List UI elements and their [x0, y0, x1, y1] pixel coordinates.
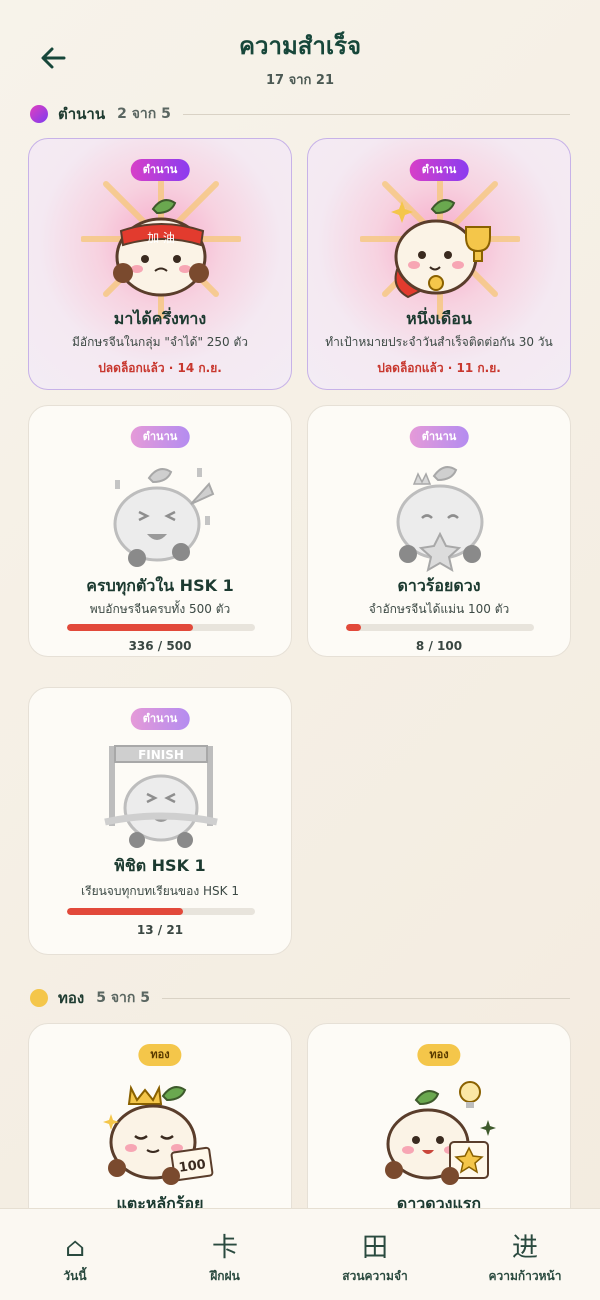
nav-today[interactable]: ⌂ วันนี้ [0, 1209, 150, 1300]
nav-practice[interactable]: 卡 ฝึกฝน [150, 1209, 300, 1300]
tier-badge: ทอง [138, 1044, 182, 1066]
page-header: ความสำเร็จ 17 จาก 21 [0, 0, 600, 100]
nav-label: ความก้าวหน้า [488, 1269, 562, 1283]
section-name: ตำนาน [58, 105, 106, 123]
bun-lightbulb-icon [385, 1081, 496, 1185]
legend-dot-icon [30, 105, 48, 123]
progress-bar [346, 624, 534, 631]
bun-crown-icon: 100 [103, 1084, 214, 1185]
home-icon: ⌂ [65, 1233, 85, 1263]
bun-party-icon [113, 468, 215, 567]
progress-fill [67, 624, 194, 631]
page-title: ความสำเร็จ [238, 32, 362, 60]
progress-fill [67, 908, 184, 915]
achievement-card-all-hsk1[interactable]: ตำนาน ครบทุกตัวใน HSK 1 พบอักษรจีนครบทั้… [28, 405, 292, 657]
progress-bar [67, 908, 255, 915]
achievement-description: มีอักษรจีนในกลุ่ม "จำได้" 250 ตัว [71, 335, 249, 349]
section-divider [162, 997, 570, 999]
section-header-gold: ทอง 5 จาก 5 [30, 986, 570, 1010]
bun-trophy-icon [391, 199, 491, 299]
nav-label: ฝึกฝน [210, 1269, 240, 1283]
achievement-description: จำอักษรจีนได้แม่น 100 ตัว [368, 602, 510, 616]
tier-badge: ตำนาน [409, 426, 469, 448]
section-header-legend: ตำนาน 2 จาก 5 [30, 102, 570, 126]
tier-badge: ตำนาน [130, 159, 190, 181]
progress-text: 8 / 100 [415, 639, 463, 653]
nav-memory-garden[interactable]: 田 สวนความจำ [300, 1209, 450, 1300]
nav-progress[interactable]: 进 ความก้าวหน้า [450, 1209, 600, 1300]
tier-badge: ตำนาน [409, 159, 469, 181]
bun-headband-icon: 加 油 [113, 199, 209, 297]
achievement-description: เรียนจบทุกบทเรียนของ HSK 1 [81, 884, 239, 898]
section-count: 5 จาก 5 [96, 990, 151, 1006]
card-icon: 卡 [211, 1233, 238, 1263]
achievement-description: พบอักษรจีนครบทั้ง 500 ตัว [89, 602, 231, 616]
finish-banner-text: FINISH [138, 748, 184, 762]
gold-dot-icon [30, 989, 48, 1007]
achievement-title: หนึ่งเดือน [406, 309, 472, 328]
achievement-card-halfway[interactable]: ตำนาน 加 油 มาได้ครึ่งทาง มีอักษรจีนในกลุ่… [28, 138, 292, 390]
achievement-card-hundred-stars[interactable]: ตำนาน ดาวร้อยดวง จำอักษรจีนได้แม่น 100 ต… [307, 405, 571, 657]
progress-icon: 进 [511, 1233, 538, 1263]
progress-text: 336 / 500 [128, 639, 192, 653]
section-count: 2 จาก 5 [117, 106, 171, 122]
bottom-nav: ⌂ วันนี้ 卡 ฝึกฝน 田 สวนความจำ 进 ความก้าวห… [0, 1208, 600, 1300]
unlock-date: ปลดล็อกแล้ว · 11 ก.ย. [377, 361, 501, 375]
achievement-description: ทำเป้าหมายประจำวันสำเร็จติดต่อกัน 30 วัน [325, 335, 553, 349]
tier-badge: ทอง [417, 1044, 461, 1066]
headband-text: 加 油 [147, 231, 175, 245]
bun-finish-icon: FINISH [104, 745, 218, 848]
achievement-title: ครบทุกตัวใน HSK 1 [86, 576, 234, 595]
progress-bar [67, 624, 255, 631]
tier-badge: ตำนาน [130, 708, 190, 730]
section-divider [182, 113, 570, 115]
achievement-title: พิชิต HSK 1 [114, 856, 206, 875]
nav-label: สวนความจำ [342, 1269, 408, 1283]
achievement-card-conquer-hsk1[interactable]: ตำนาน FINISH พิชิต HSK 1 เรียนจบทุกบทเรี… [28, 687, 292, 955]
nav-label: วันนี้ [63, 1269, 87, 1283]
unlock-date: ปลดล็อกแล้ว · 14 ก.ย. [98, 361, 222, 375]
section-name: ทอง [58, 989, 85, 1007]
achievement-title: มาได้ครึ่งทาง [113, 309, 207, 328]
achievement-title: ดาวร้อยดวง [397, 576, 481, 595]
tier-badge: ตำนาน [130, 426, 190, 448]
bun-star-icon [396, 466, 484, 573]
progress-text: 13 / 21 [136, 923, 184, 937]
achievement-count: 17 จาก 21 [265, 73, 335, 88]
field-icon: 田 [361, 1233, 388, 1263]
progress-fill [346, 624, 362, 631]
achievement-card-one-month[interactable]: ตำนาน หนึ่งเดือน ทำเป้าหมายประจำวันสำเร็… [307, 138, 571, 390]
